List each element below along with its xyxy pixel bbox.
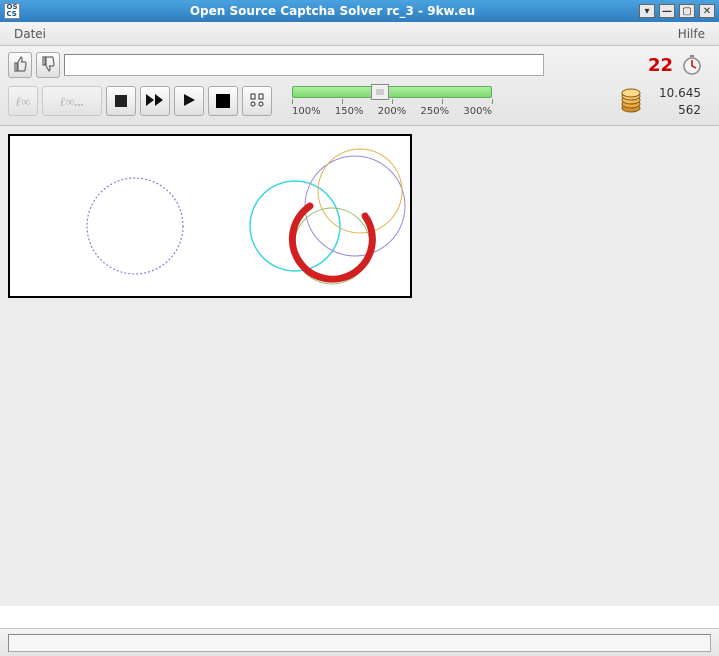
zoom-label: 150% (335, 106, 364, 117)
content-area (0, 126, 719, 606)
fast-forward-button[interactable] (140, 86, 170, 116)
coins-icon (619, 86, 643, 117)
fast-forward-icon (145, 93, 165, 110)
answer-input[interactable] (64, 54, 544, 76)
play-button[interactable] (174, 86, 204, 116)
thumbs-up-icon (13, 56, 27, 75)
app-icon: OSCS (4, 3, 20, 19)
settings-button[interactable] (242, 86, 272, 116)
status-text (8, 634, 711, 652)
restore-button[interactable]: — (659, 4, 675, 18)
balance-value: 10.645 (651, 86, 701, 100)
solved-value: 562 (651, 103, 701, 117)
zoom-label: 100% (292, 106, 321, 117)
toolbar: 22 ℓ∞ ℓ∞... (0, 46, 719, 126)
stats-block: 10.645 562 (619, 86, 711, 117)
zoom-slider[interactable]: 100% 150% 200% 250% 300% (292, 86, 492, 117)
zoom-labels: 100% 150% 200% 250% 300% (292, 106, 492, 117)
skip-icon: ℓ∞ (16, 95, 31, 108)
stop-button[interactable] (208, 86, 238, 116)
skip-all-icon: ℓ∞... (60, 95, 85, 108)
statusbar (0, 628, 719, 656)
skip-button[interactable]: ℓ∞ (8, 86, 38, 116)
timer-icon (681, 54, 703, 76)
captcha-image[interactable] (8, 134, 412, 298)
window-title: Open Source Captcha Solver rc_3 - 9kw.eu (26, 4, 639, 18)
menubar: Datei Hilfe (0, 22, 719, 46)
zoom-ticks (292, 99, 492, 105)
menu-help[interactable]: Hilfe (670, 24, 713, 44)
abort-button[interactable] (106, 86, 136, 116)
thumbs-down-button[interactable] (36, 52, 60, 78)
settings-icon (249, 92, 265, 111)
countdown-value: 22 (648, 55, 673, 76)
zoom-label: 300% (463, 106, 492, 117)
play-icon (182, 93, 196, 110)
minimize-button[interactable]: ▾ (639, 4, 655, 18)
close-button[interactable]: ✕ (699, 4, 715, 18)
titlebar: OSCS Open Source Captcha Solver rc_3 - 9… (0, 0, 719, 22)
menu-file[interactable]: Datei (6, 24, 54, 44)
thumbs-up-button[interactable] (8, 52, 32, 78)
zoom-label: 250% (421, 106, 450, 117)
zoom-label: 200% (378, 106, 407, 117)
skip-all-button[interactable]: ℓ∞... (42, 86, 102, 116)
zoom-thumb[interactable] (371, 84, 389, 100)
maximize-button[interactable]: ▢ (679, 4, 695, 18)
thumbs-down-icon (41, 56, 55, 75)
